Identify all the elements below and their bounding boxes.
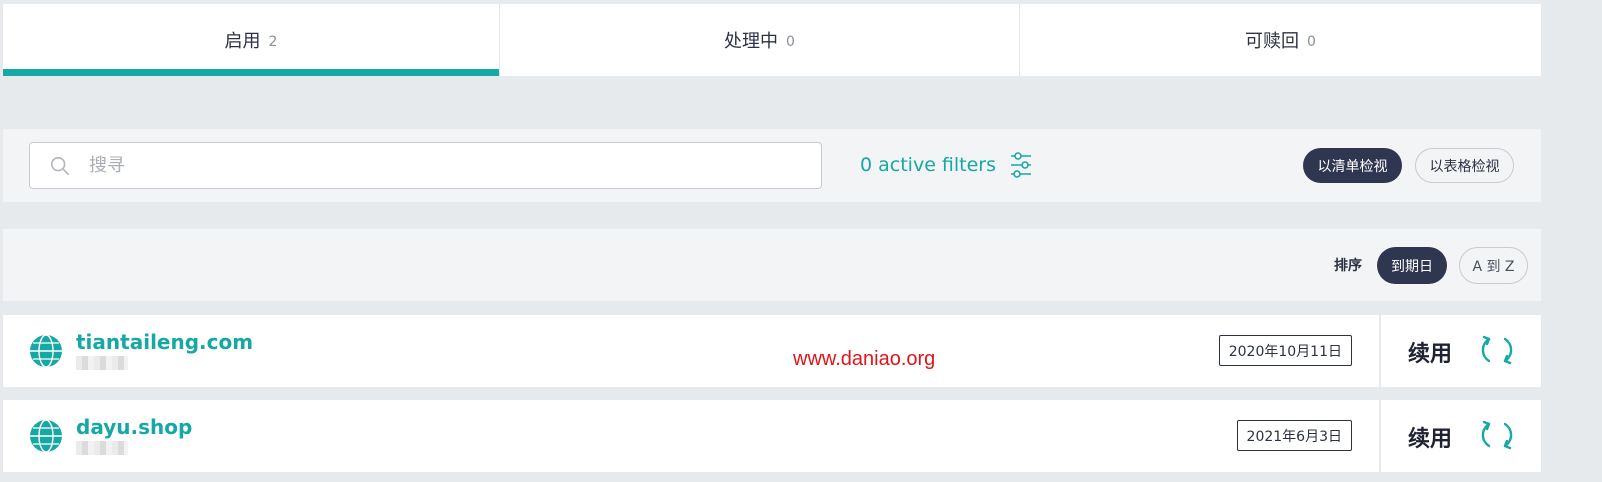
tab-active-underline — [3, 69, 499, 76]
search-icon — [50, 156, 70, 175]
tab-active[interactable]: 启用 2 — [3, 4, 500, 76]
active-filters-label: 0 active filters — [860, 154, 997, 176]
tab-redeemable[interactable]: 可赎回 0 — [1020, 4, 1541, 76]
domain-name-link[interactable]: tiantaileng.com — [76, 330, 253, 354]
table-view-button[interactable]: 以表格检视 — [1415, 148, 1514, 183]
tab-active-count: 2 — [268, 33, 278, 50]
tab-processing-label: 处理中 — [724, 31, 779, 52]
tab-redeemable-count: 0 — [1307, 33, 1316, 50]
list-view-button[interactable]: 以清单检视 — [1303, 148, 1402, 183]
tab-redeemable-label: 可赎回 — [1245, 31, 1300, 52]
expiry-date-badge: 2021年6月3日 — [1236, 420, 1352, 451]
search-filter-bar: 0 active filters 以清单检视 以表格检视 — [3, 129, 1541, 202]
search-field — [29, 142, 822, 189]
domain-row: dayu.shop 2021年6月3日 续用 — [3, 400, 1541, 472]
globe-icon — [30, 334, 62, 368]
sort-a-to-z-button[interactable]: A 到 Z — [1459, 247, 1528, 284]
redacted-subtext — [76, 441, 128, 455]
sort-bar: 排序 到期日 A 到 Z — [3, 229, 1541, 301]
search-input[interactable] — [89, 155, 789, 176]
domain-row: tiantaileng.com 2020年10月11日 续用 — [3, 315, 1541, 387]
auto-renew-icon[interactable] — [1479, 332, 1515, 368]
sliders-icon — [1011, 152, 1032, 178]
status-tabs: 启用 2 处理中 0 可赎回 0 — [3, 4, 1541, 76]
sort-expiry-button[interactable]: 到期日 — [1377, 247, 1447, 284]
filters-toggle[interactable]: 0 active filters — [860, 149, 1033, 181]
tab-processing[interactable]: 处理中 0 — [500, 4, 1020, 76]
expiry-date-badge: 2020年10月11日 — [1218, 335, 1352, 366]
tab-processing-count: 0 — [786, 33, 795, 50]
globe-icon — [30, 419, 62, 453]
renew-label[interactable]: 续用 — [1408, 421, 1452, 453]
watermark-text: www.daniao.org — [793, 348, 936, 370]
row-divider — [1379, 315, 1381, 387]
renew-label[interactable]: 续用 — [1408, 336, 1452, 368]
row-divider — [1379, 400, 1381, 472]
domain-name-link[interactable]: dayu.shop — [76, 415, 192, 439]
tab-active-label: 启用 — [224, 31, 261, 52]
redacted-subtext — [76, 356, 128, 370]
auto-renew-icon[interactable] — [1479, 417, 1515, 453]
sort-label: 排序 — [1334, 258, 1362, 274]
